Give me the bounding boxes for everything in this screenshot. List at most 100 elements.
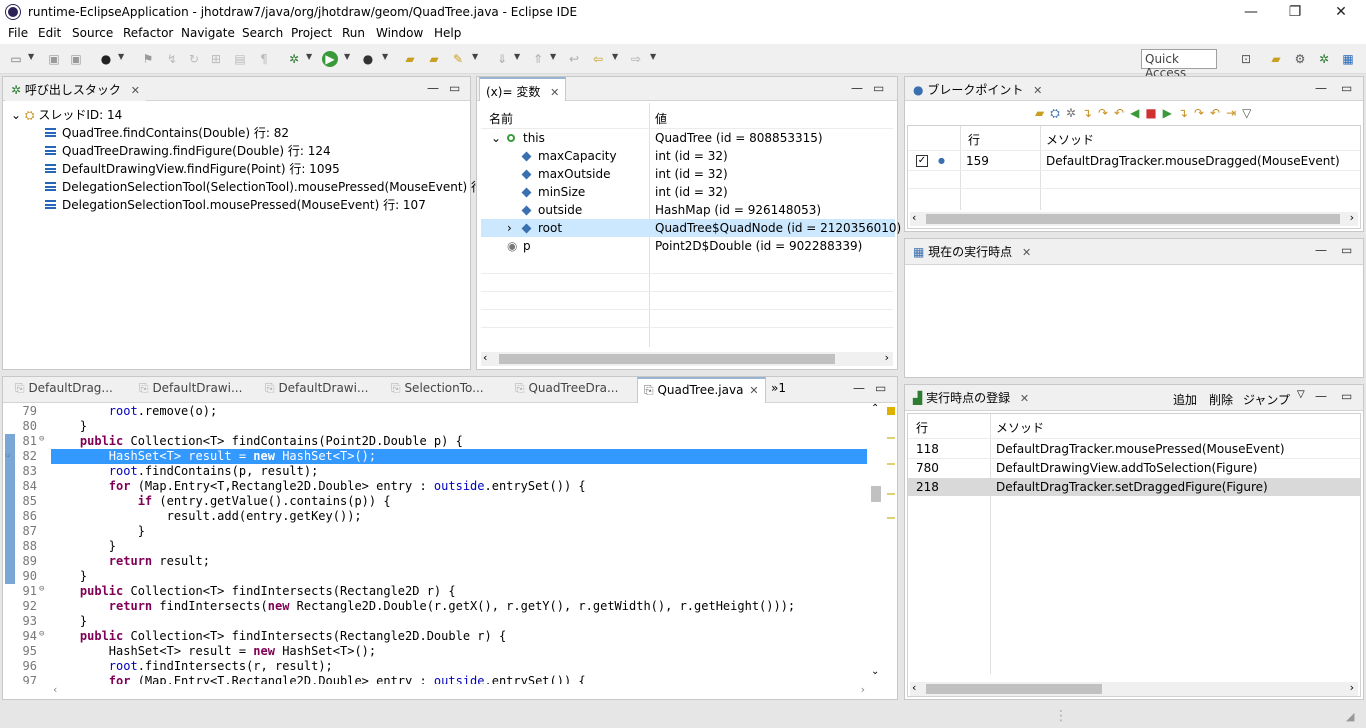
tab-editor[interactable]: ⎘ QuadTreeDra... [509, 377, 624, 401]
chevron-down-icon[interactable]: ▼ [472, 52, 478, 61]
stack-frame[interactable]: DelegationSelectionTool(SelectionTool).m… [45, 178, 514, 196]
chevron-right-icon[interactable]: › [1350, 211, 1354, 224]
chevron-down-icon[interactable]: ▼ [28, 52, 34, 61]
tab-editor[interactable]: ⎘ DefaultDrawi... [133, 377, 248, 401]
resume-back-icon[interactable]: ◀ [1130, 106, 1145, 120]
chevron-down-icon[interactable]: ⌄ [871, 666, 879, 677]
registry-row[interactable]: 118 DefaultDragTracker.mousePressed(Mous… [908, 440, 1358, 458]
chevron-down-icon[interactable]: ▼ [118, 52, 124, 61]
scrollbar-thumb[interactable] [871, 486, 881, 502]
maximize-icon[interactable]: ▭ [873, 81, 884, 95]
close-icon[interactable]: ✕ [1020, 392, 1029, 405]
open-perspective-icon[interactable]: ⊡ [1238, 51, 1254, 67]
menu-run[interactable]: Run [342, 26, 365, 40]
horizontal-scrollbar[interactable]: ‹ › [481, 351, 893, 366]
column-method-header[interactable]: メソッド [1046, 131, 1094, 148]
registry-row-selected[interactable]: 218 DefaultDragTracker.setDraggedFigure(… [908, 478, 1360, 496]
last-edit-icon[interactable]: ↩ [566, 51, 582, 67]
tab-editor[interactable]: ⎘ DefaultDrawi... [259, 377, 374, 401]
tab-breakpoints[interactable]: ● ブレークポイント ✕ [907, 77, 1048, 101]
overview-ruler-marker[interactable] [887, 437, 895, 439]
chevron-right-icon[interactable]: › [861, 683, 865, 696]
minimize-button[interactable]: — [1236, 2, 1266, 22]
maximize-icon[interactable]: ▭ [1341, 389, 1352, 403]
save-icon[interactable]: ▣ [46, 51, 62, 67]
code-area[interactable]: ⇨ 79 80 81 82 83 84 85 86 87 88 89 90 91… [3, 404, 883, 684]
add-button[interactable]: 追加 [1173, 391, 1197, 408]
column-name-header[interactable]: 名前 [489, 110, 513, 127]
menu-help[interactable]: Help [434, 26, 461, 40]
thread-node[interactable]: ⌄ ⛭ スレッドID: 14 [11, 106, 122, 124]
scrollbar-thumb[interactable] [926, 684, 1102, 694]
java-perspective-icon[interactable]: ▰ [1268, 51, 1284, 67]
breakpoint-row[interactable]: ✓ ● 159 DefaultDragTracker.mouseDragged(… [908, 152, 1358, 170]
menu-refactor[interactable]: Refactor [123, 26, 173, 40]
paragraph-icon[interactable]: ¶ [256, 51, 272, 67]
variable-row-selected[interactable]: › root QuadTree$QuadNode (id = 212035601… [481, 219, 901, 237]
resize-grip-icon[interactable]: ◢ [1346, 710, 1354, 723]
chevron-down-icon[interactable]: ▼ [344, 52, 350, 61]
step-icon[interactable]: ↴ [1178, 106, 1194, 120]
connect-icon[interactable]: ⛭ [1050, 106, 1066, 120]
chevron-right-icon[interactable]: › [507, 219, 512, 237]
fold-icon[interactable]: ⊖ [39, 434, 44, 444]
menu-file[interactable]: File [8, 26, 28, 40]
chevron-left-icon[interactable]: ‹ [912, 681, 916, 694]
step-return-icon[interactable]: ↶ [1210, 106, 1226, 120]
view-menu-icon[interactable]: ▽ [1297, 389, 1305, 400]
close-icon[interactable]: ✕ [1033, 84, 1042, 97]
drop-to-frame-icon[interactable]: ⇥ [1226, 106, 1242, 120]
tab-editor[interactable]: ⎘ DefaultDrag... [9, 377, 119, 401]
stack-frame[interactable]: DefaultDrawingView.findFigure(Point) 行: … [45, 160, 340, 178]
chevron-down-icon[interactable]: ▼ [650, 52, 656, 61]
tab-variables[interactable]: (x)= 変数 ✕ [479, 77, 567, 101]
overview-ruler-marker[interactable] [887, 407, 895, 415]
chevron-down-icon[interactable]: ▼ [550, 52, 556, 61]
step-into-icon[interactable]: ↴ [1082, 106, 1098, 120]
skip-icon[interactable]: ↯ [164, 51, 180, 67]
overview-ruler-marker[interactable] [887, 517, 895, 519]
maximize-button[interactable]: ❐ [1280, 2, 1310, 22]
column-method-header[interactable]: メソッド [996, 419, 1044, 436]
skip-breakpoints-icon[interactable]: ✲ [1066, 106, 1082, 120]
close-icon[interactable]: ✕ [1022, 246, 1031, 259]
maximize-icon[interactable]: ▭ [1341, 81, 1352, 95]
variable-row[interactable]: ⌄ this QuadTree (id = 808853315) [481, 129, 895, 147]
menu-navigate[interactable]: Navigate [181, 26, 235, 40]
close-icon[interactable]: ✕ [131, 84, 140, 97]
variable-row[interactable]: outside HashMap (id = 926148053) [481, 201, 895, 219]
fold-icon[interactable]: ⊖ [39, 584, 44, 594]
horizontal-scrollbar[interactable]: ‹ › [910, 681, 1358, 696]
chevron-right-icon[interactable]: › [885, 351, 889, 364]
menu-search[interactable]: Search [242, 26, 283, 40]
menu-edit[interactable]: Edit [38, 26, 61, 40]
stop-icon[interactable]: ■ [1145, 106, 1162, 120]
chevron-left-icon[interactable]: ‹ [483, 351, 487, 364]
maximize-icon[interactable]: ▭ [875, 381, 886, 395]
tab-callstack[interactable]: ✲ 呼び出しスタック ✕ [5, 77, 146, 101]
chevron-down-icon[interactable]: ▼ [612, 52, 618, 61]
close-icon[interactable]: ✕ [550, 86, 559, 99]
tab-editor-active[interactable]: ⎘ QuadTree.java ✕ [637, 377, 766, 403]
user-icon[interactable]: ● [98, 51, 114, 67]
vertical-scrollbar[interactable]: ⌃ ⌄ [869, 403, 883, 682]
tab-current-point[interactable]: ▦ 現在の実行時点 ✕ [907, 239, 1037, 263]
menu-source[interactable]: Source [72, 26, 113, 40]
new-icon[interactable]: ▭ [8, 51, 24, 67]
back-icon[interactable]: ⇦ [590, 51, 606, 67]
open-folder-icon[interactable]: ▰ [426, 51, 442, 67]
menu-window[interactable]: Window [376, 26, 423, 40]
chevron-right-icon[interactable]: › [1350, 681, 1354, 694]
chevron-down-icon[interactable]: ⌄ [11, 108, 21, 122]
minimize-icon[interactable]: — [851, 81, 863, 95]
view-menu-icon[interactable]: ▽ [1242, 106, 1257, 120]
checkbox-checked[interactable]: ✓ [916, 155, 928, 167]
close-icon[interactable]: ✕ [749, 384, 758, 397]
filter-icon[interactable]: ▤ [232, 51, 248, 67]
scrollbar-thumb[interactable] [926, 214, 1340, 224]
open-type-icon[interactable]: ▰ [402, 51, 418, 67]
jump-button[interactable]: ジャンプ [1243, 391, 1290, 408]
quick-access-input[interactable]: Quick Access [1141, 49, 1217, 80]
minimize-icon[interactable]: — [1315, 389, 1327, 403]
column-line-header[interactable]: 行 [916, 419, 928, 436]
